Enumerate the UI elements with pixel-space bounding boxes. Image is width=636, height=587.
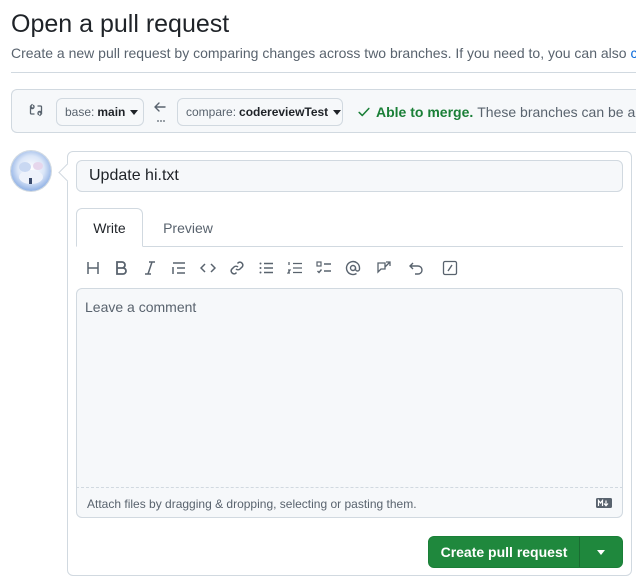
- compare-branch-select[interactable]: compare: codereviewTest: [177, 98, 343, 126]
- caret-down-icon: [130, 109, 139, 115]
- page-title: Open a pull request: [11, 10, 230, 38]
- italic-icon[interactable]: [141, 258, 159, 278]
- slash-commands-icon[interactable]: [441, 258, 459, 278]
- create-pull-request-group: Create pull request: [428, 536, 623, 568]
- left-arrow-icon: [152, 99, 170, 125]
- cross-reference-icon[interactable]: [375, 258, 393, 278]
- create-pull-request-button[interactable]: Create pull request: [429, 537, 580, 567]
- quote-icon[interactable]: [170, 258, 188, 278]
- branch-range-bar: base: main compare: codereviewTest Able to…: [11, 89, 636, 133]
- header-divider: [11, 72, 636, 73]
- avatar[interactable]: [11, 151, 51, 191]
- base-branch-name: main: [97, 105, 126, 119]
- task-list-icon[interactable]: [315, 258, 333, 278]
- create-options-dropdown[interactable]: [580, 537, 622, 567]
- caret-down-icon: [597, 549, 605, 555]
- compare-branch-name: codereviewTest: [239, 105, 329, 119]
- base-branch-select[interactable]: base: main: [56, 98, 144, 126]
- page-subtitle: Create a new pull request by comparing c…: [11, 45, 636, 61]
- compare-arrows-icon[interactable]: [28, 102, 44, 118]
- check-icon: [358, 107, 370, 117]
- merge-detail-text: These branches can be aut: [477, 104, 636, 120]
- merge-ok-text: Able to merge.: [376, 104, 474, 120]
- tabs-divider: [76, 246, 623, 247]
- tab-write[interactable]: Write: [76, 208, 143, 247]
- bold-icon[interactable]: [112, 258, 130, 278]
- ordered-list-icon[interactable]: [286, 258, 304, 278]
- markdown-icon[interactable]: [596, 497, 612, 509]
- mention-icon[interactable]: [344, 258, 362, 278]
- base-label: base:: [65, 105, 95, 119]
- attach-files-bar[interactable]: Attach files by dragging & dropping, sel…: [76, 487, 623, 518]
- compare-label: compare:: [186, 105, 237, 119]
- merge-status: Able to merge. These branches can be aut: [357, 104, 636, 120]
- heading-icon[interactable]: [84, 258, 102, 278]
- subtitle-link[interactable]: co: [630, 45, 636, 61]
- comment-textarea[interactable]: [76, 288, 623, 488]
- caret-down-icon: [333, 109, 342, 115]
- tab-preview[interactable]: Preview: [150, 208, 226, 247]
- unordered-list-icon[interactable]: [257, 258, 275, 278]
- subtitle-text: Create a new pull request by comparing c…: [11, 45, 631, 61]
- title-input[interactable]: [76, 160, 623, 192]
- code-icon[interactable]: [199, 258, 217, 278]
- attach-files-text: Attach files by dragging & dropping, sel…: [87, 497, 417, 511]
- undo-icon[interactable]: [407, 258, 425, 278]
- link-icon[interactable]: [228, 258, 246, 278]
